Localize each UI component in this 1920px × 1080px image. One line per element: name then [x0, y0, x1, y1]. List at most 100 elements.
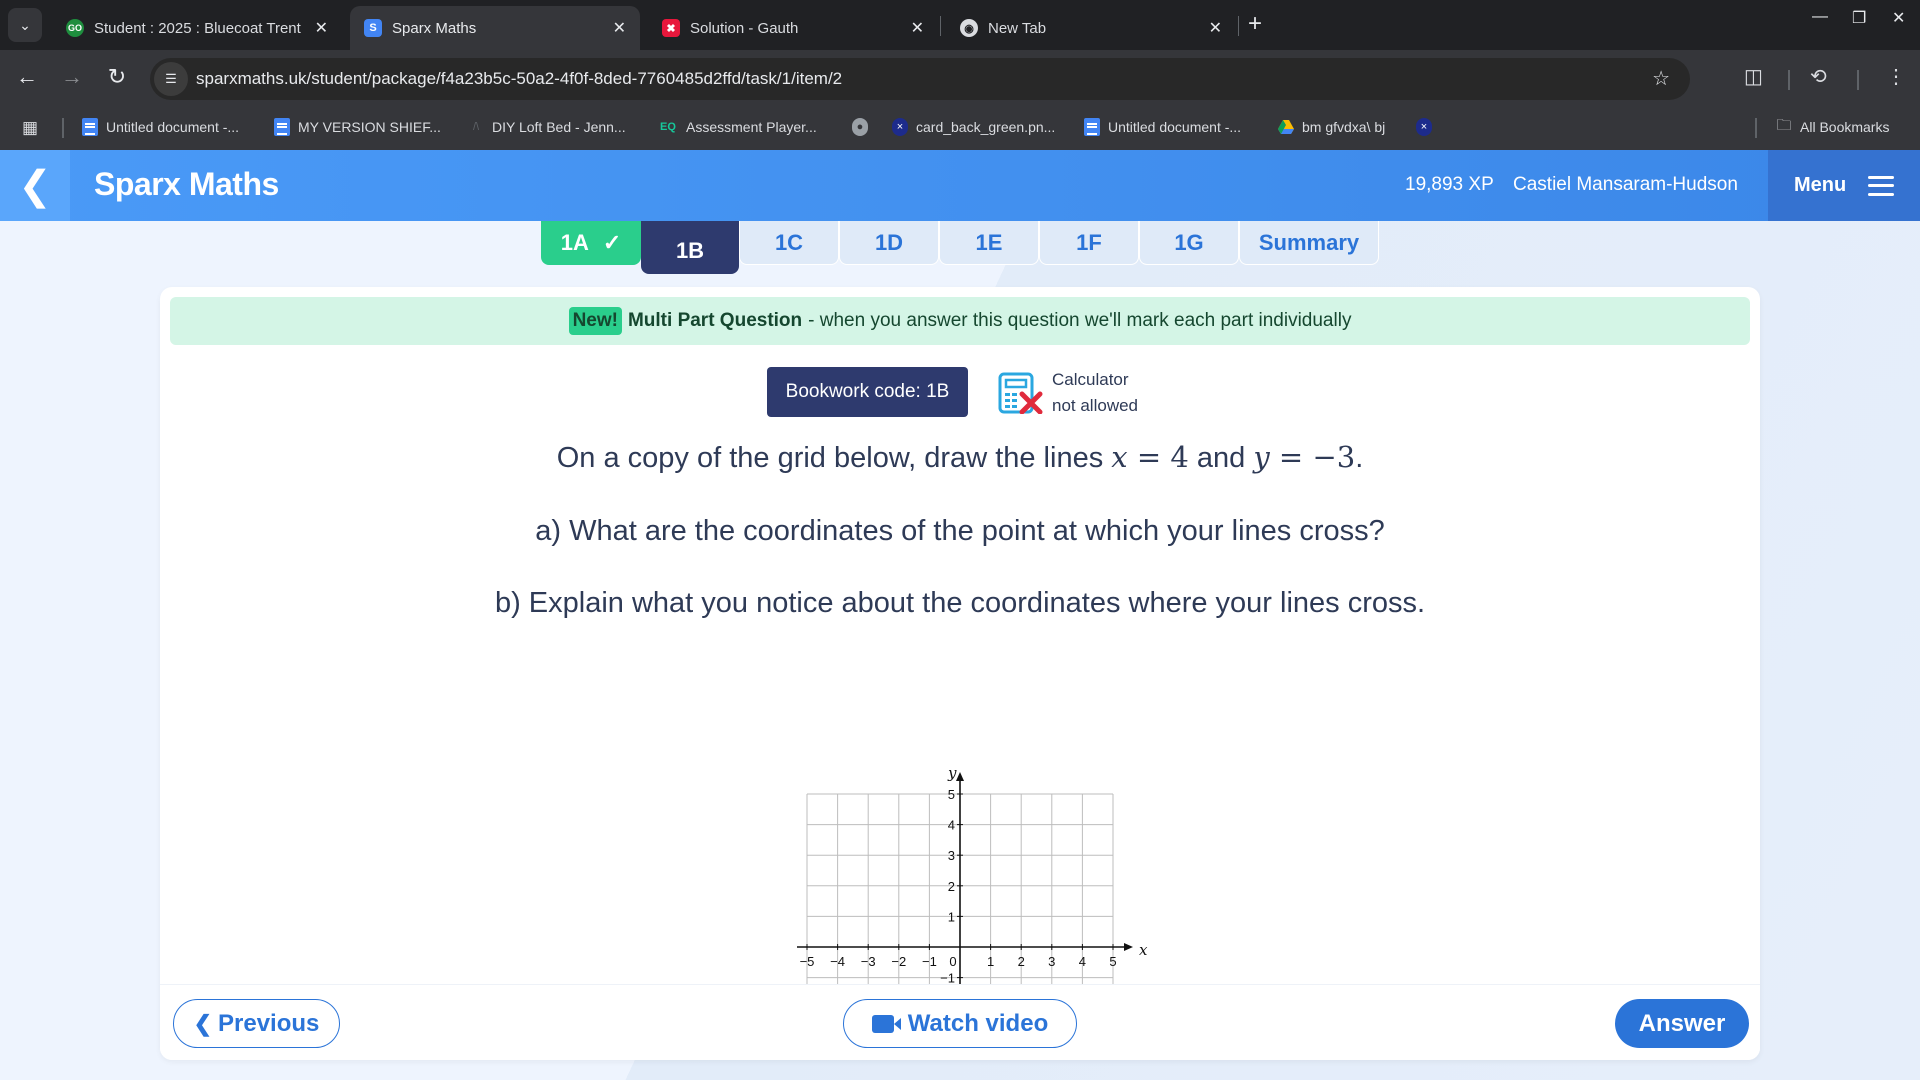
y-tick-label: 5: [948, 787, 955, 802]
bookmark-item[interactable]: EQ Assessment Player...: [658, 118, 817, 136]
math-variable: y: [1253, 440, 1270, 474]
brand-logo[interactable]: Sparx Maths: [94, 166, 279, 203]
bookmarks-bar: ▦ Untitled document -... MY VERSION SHIE…: [0, 108, 1920, 150]
bookmark-star-icon[interactable]: ☆: [1652, 66, 1670, 91]
bookwork-code: Bookwork code: 1B: [767, 367, 968, 417]
tab-title: New Tab: [988, 19, 1047, 37]
bookmark-item[interactable]: × card_back_green.pn...: [892, 118, 1055, 136]
extensions-icon[interactable]: ◫: [1744, 64, 1763, 89]
watch-video-button[interactable]: Watch video: [843, 999, 1077, 1048]
browser-tab[interactable]: GO Student : 2025 : Bluecoat Trent ✕: [52, 6, 342, 50]
browser-tab-active[interactable]: S Sparx Maths ✕: [350, 6, 640, 50]
tab-1f[interactable]: 1F: [1039, 221, 1139, 265]
x-tick-label: −1: [922, 954, 937, 969]
tab-1g[interactable]: 1G: [1139, 221, 1239, 265]
new-badge: New!: [568, 307, 622, 335]
tab-summary[interactable]: Summary: [1239, 221, 1379, 265]
toolbar-divider: [1857, 70, 1859, 90]
docs-icon: [274, 118, 290, 136]
more-menu-icon[interactable]: ⋮: [1886, 64, 1906, 89]
tab-title: Solution - Gauth: [690, 19, 799, 37]
minimize-button[interactable]: —: [1812, 8, 1828, 26]
hamburger-icon: [1868, 175, 1895, 196]
menu-button[interactable]: Menu: [1768, 150, 1920, 221]
tab-1a[interactable]: 1A ✓: [541, 221, 641, 265]
tab-divider: [1238, 16, 1239, 36]
x-axis-label: x: [1139, 941, 1148, 959]
x-tick-label: −5: [800, 954, 815, 969]
bookmark-item[interactable]: ●: [852, 118, 876, 136]
site-info-icon[interactable]: ☰: [154, 62, 188, 96]
bookmark-label: DIY Loft Bed - Jenn...: [492, 119, 626, 135]
toolbar-divider: [1788, 70, 1790, 90]
close-icon[interactable]: ✕: [1209, 18, 1222, 38]
tab-title: Student : 2025 : Bluecoat Trent: [94, 19, 301, 37]
back-button[interactable]: ←: [12, 64, 42, 90]
tab-1e[interactable]: 1E: [939, 221, 1039, 265]
bookmark-item[interactable]: MY VERSION SHIEF...: [274, 118, 441, 136]
all-bookmarks-button[interactable]: 🗀 All Bookmarks: [1776, 117, 1890, 136]
x-tick-label: −2: [891, 954, 906, 969]
xp-count: 19,893 XP: [1405, 174, 1494, 195]
x-tick-label: 2: [1018, 954, 1025, 969]
tab-favicon-icon: GO: [66, 19, 84, 37]
x-tick-label: −3: [861, 954, 876, 969]
drive-icon: [1278, 118, 1294, 136]
bookmark-item[interactable]: Untitled document -...: [1084, 118, 1241, 136]
y-tick-label: 4: [948, 818, 955, 833]
math-expression: = 4: [1127, 440, 1189, 474]
question-intro: On a copy of the grid below, draw the li…: [160, 440, 1760, 475]
bookmark-item[interactable]: Untitled document -...: [82, 118, 239, 136]
tab-1c[interactable]: 1C: [739, 221, 839, 265]
tab-divider: [940, 16, 941, 36]
bookmark-item[interactable]: /\ DIY Loft Bed - Jenn...: [468, 118, 626, 136]
tab-search-button[interactable]: ⌄: [8, 8, 42, 42]
x-tick-label: −4: [830, 954, 845, 969]
url-text[interactable]: sparxmaths.uk/student/package/f4a23b5c-5…: [196, 69, 842, 89]
calculator-not-allowed-icon: [998, 372, 1043, 414]
bookmark-label: MY VERSION SHIEF...: [298, 119, 441, 135]
close-icon[interactable]: ✕: [911, 18, 924, 38]
math-ball-icon: ×: [892, 118, 908, 136]
chevron-down-icon: ⌄: [19, 16, 31, 33]
tab-favicon-icon: S: [364, 19, 382, 37]
close-icon[interactable]: ✕: [315, 18, 328, 38]
calculator-line-1: Calculator: [1052, 370, 1129, 389]
bookmark-item[interactable]: bm gfvdxa\ bj: [1278, 118, 1385, 136]
tab-1d[interactable]: 1D: [839, 221, 939, 265]
browser-tab[interactable]: ✖ Solution - Gauth ✕: [648, 6, 938, 50]
check-icon: ✓: [602, 230, 622, 255]
tab-label: Summary: [1258, 229, 1360, 255]
forward-button[interactable]: →: [57, 64, 87, 90]
browser-tab-strip: ⌄ GO Student : 2025 : Bluecoat Trent ✕ S…: [0, 0, 1920, 50]
question-text: On a copy of the grid below, draw the li…: [556, 442, 1104, 474]
x-tick-label: 5: [1109, 954, 1116, 969]
back-button[interactable]: ❮: [0, 150, 70, 221]
bookmark-label: bm gfvdxa\ bj: [1302, 119, 1386, 135]
bookmark-label: card_back_green.pn...: [916, 119, 1056, 135]
history-icon[interactable]: ⟲: [1810, 64, 1827, 89]
multi-part-banner: New! Multi Part Question - when you answ…: [170, 297, 1750, 345]
tab-1b[interactable]: 1B: [641, 221, 739, 274]
new-tab-button[interactable]: +: [1248, 10, 1262, 38]
restore-button[interactable]: ❐: [1852, 8, 1866, 28]
apps-icon[interactable]: ▦: [22, 118, 38, 138]
user-name: Castiel Mansaram-Hudson: [1513, 174, 1738, 195]
answer-button[interactable]: Answer: [1615, 999, 1749, 1048]
browser-tab[interactable]: ◉ New Tab ✕: [946, 6, 1236, 50]
tab-label: 1D: [874, 229, 904, 255]
bookmark-item[interactable]: ×: [1416, 118, 1440, 136]
close-icon[interactable]: ✕: [613, 18, 626, 38]
tab-title: Sparx Maths: [392, 19, 477, 37]
tab-label: 1A: [560, 230, 589, 255]
answer-label: Answer: [1638, 1009, 1726, 1037]
reload-button[interactable]: ↻: [102, 64, 132, 90]
previous-button[interactable]: ❮ Previous: [173, 999, 340, 1048]
tab-label: 1F: [1076, 229, 1102, 255]
chevron-left-icon: ❮: [193, 1010, 213, 1036]
close-window-button[interactable]: ✕: [1892, 8, 1905, 28]
chrome-icon: ◉: [960, 19, 978, 37]
all-bookmarks-label: All Bookmarks: [1800, 119, 1890, 135]
calculator-status: Calculator not allowed: [1052, 367, 1138, 419]
address-bar[interactable]: ☰ sparxmaths.uk/student/package/f4a23b5c…: [150, 58, 1690, 100]
